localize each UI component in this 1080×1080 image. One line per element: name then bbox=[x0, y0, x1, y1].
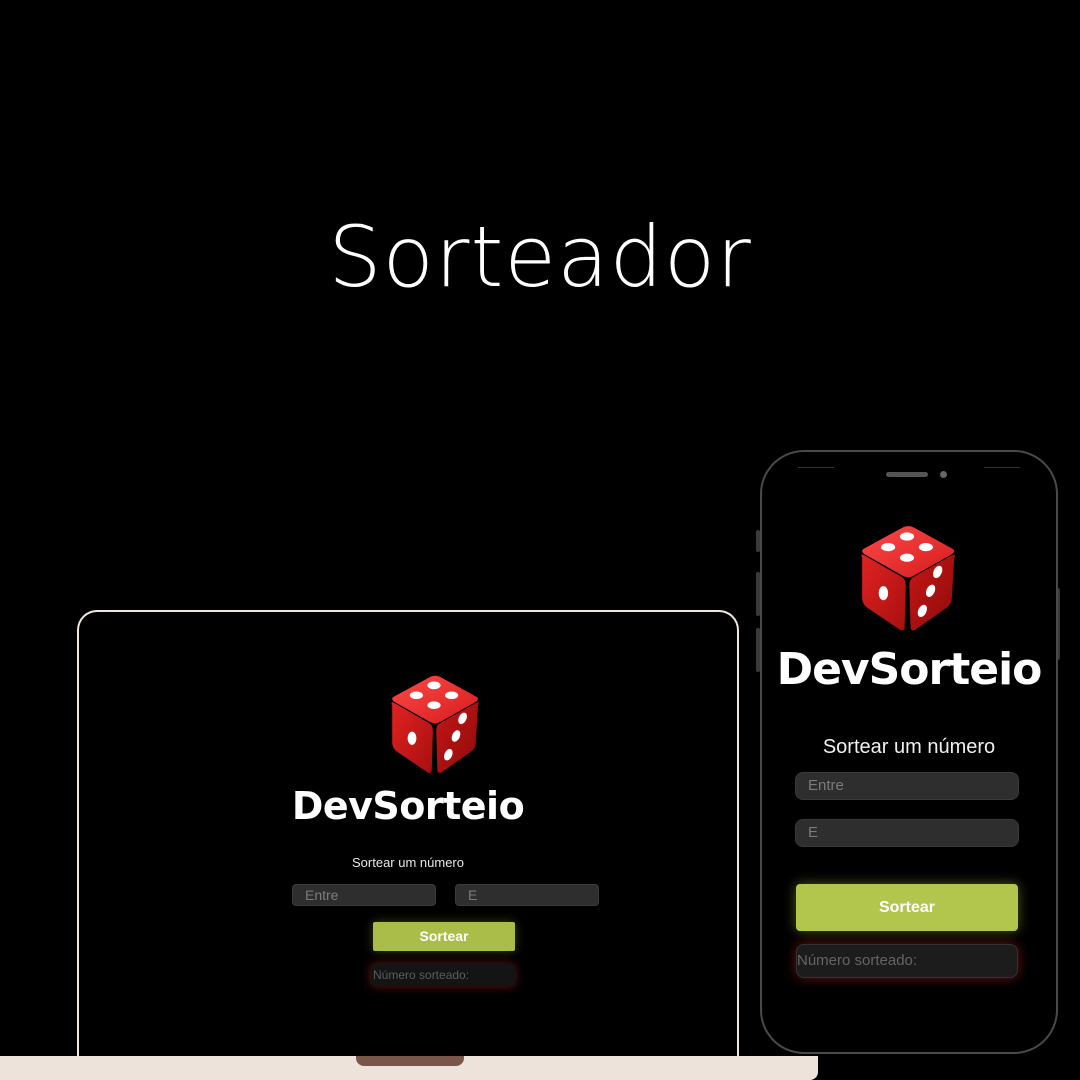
result-field: Número sorteado: bbox=[371, 964, 515, 986]
draw-button[interactable]: Sortear bbox=[796, 884, 1018, 931]
range-to-input[interactable]: E bbox=[795, 819, 1019, 847]
app-logo-text: DevSorteio bbox=[776, 644, 1043, 695]
phone-camera bbox=[940, 471, 947, 478]
app-logo-text: DevSorteio bbox=[291, 784, 525, 828]
laptop-screen: DevSorteio Sortear um número Entre E Sor… bbox=[77, 610, 739, 1070]
hero-title: Sorteador bbox=[328, 208, 752, 306]
dice-icon bbox=[391, 675, 479, 773]
range-to-input[interactable]: E bbox=[455, 884, 599, 906]
laptop-notch bbox=[356, 1056, 464, 1066]
phone-frame: DevSorteio Sortear um número Entre E Sor… bbox=[760, 450, 1058, 1054]
dice-icon bbox=[861, 526, 955, 631]
phone-speaker bbox=[886, 472, 928, 477]
range-from-input[interactable]: Entre bbox=[292, 884, 436, 906]
app-subtitle: Sortear um número bbox=[352, 855, 464, 870]
phone-bezel-line bbox=[798, 467, 834, 468]
result-field: Número sorteado: bbox=[796, 944, 1018, 978]
phone-bezel-line bbox=[984, 467, 1020, 468]
app-subtitle: Sortear um número bbox=[822, 736, 996, 758]
laptop-app: DevSorteio Sortear um número Entre E Sor… bbox=[79, 612, 737, 1070]
range-from-input[interactable]: Entre bbox=[795, 772, 1019, 800]
draw-button[interactable]: Sortear bbox=[373, 922, 515, 951]
